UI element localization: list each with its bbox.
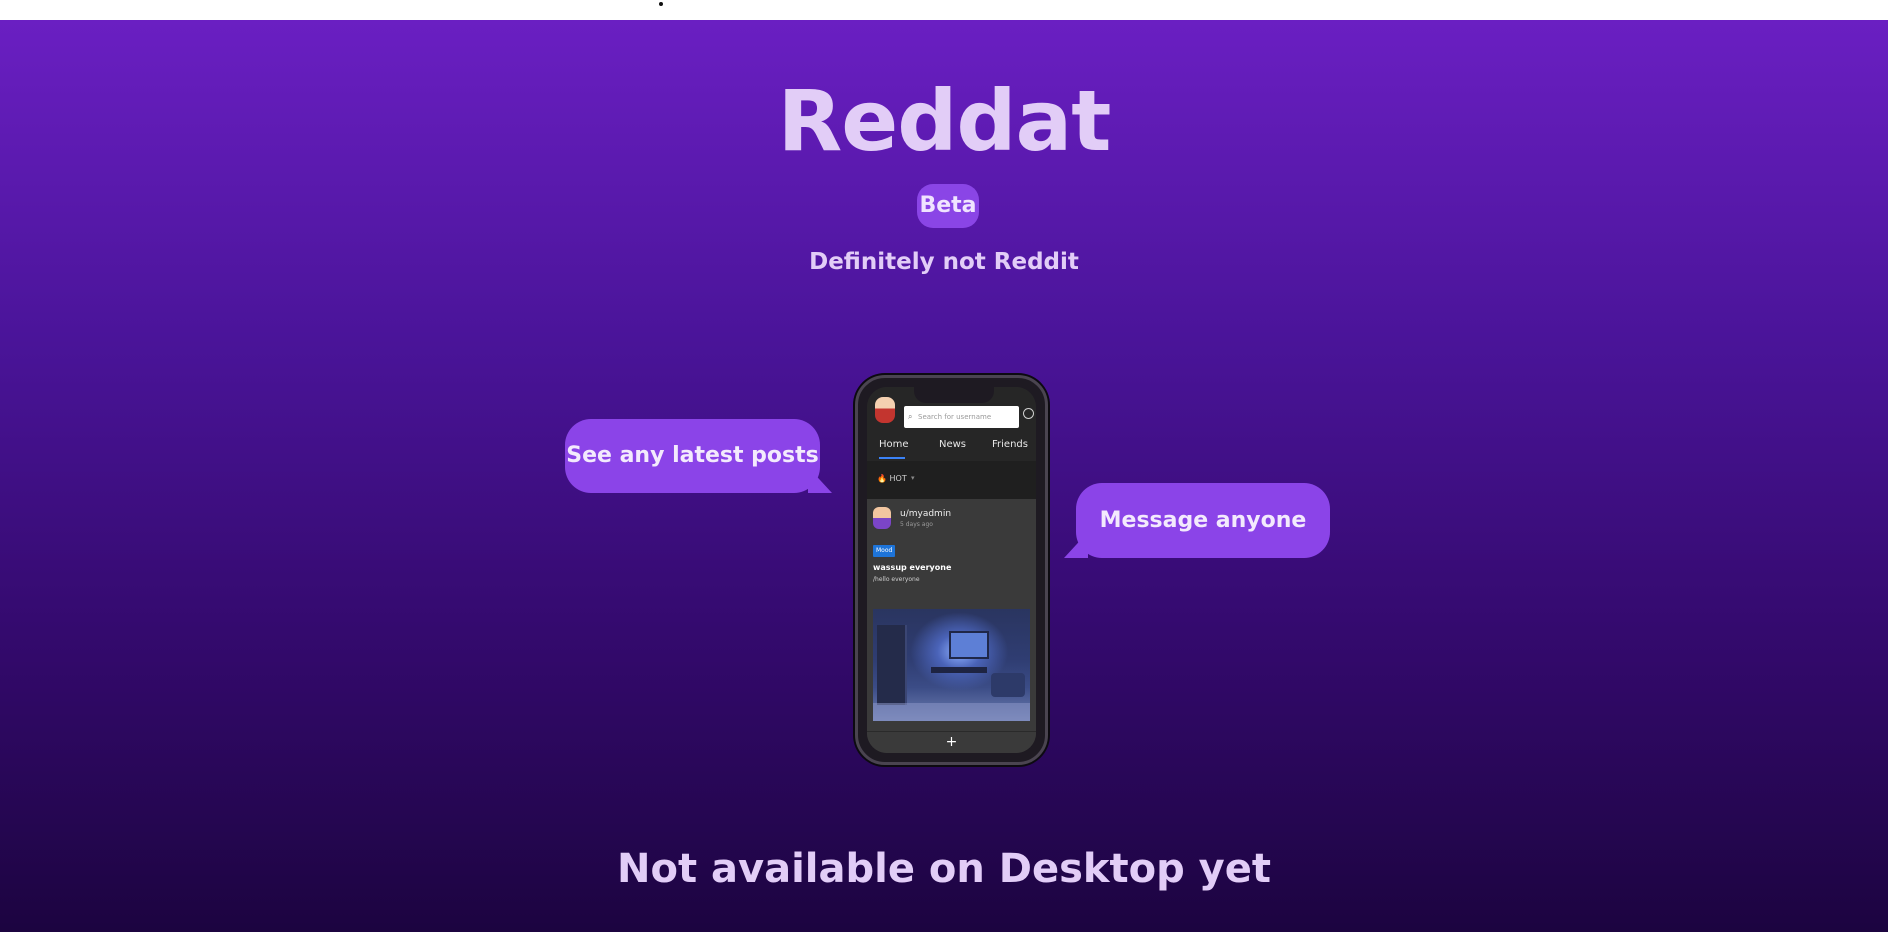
latest-posts-label: See any latest posts (566, 443, 819, 468)
post-avatar (873, 507, 891, 529)
image-shelf (877, 625, 907, 705)
image-desk (931, 667, 987, 673)
image-window (949, 631, 989, 659)
latest-posts-bubble: See any latest posts (565, 419, 832, 493)
bubble-tail (1064, 532, 1088, 558)
chat-icon (1023, 408, 1034, 419)
sort-label: 🔥 HOT (877, 474, 907, 483)
post-title: wassup everyone (873, 563, 952, 572)
phone-mockup: ⌕ Search for username Home News Friends … (855, 375, 1048, 765)
tab-home: Home (879, 439, 909, 450)
search-placeholder: Search for username (918, 413, 992, 421)
post-image (873, 609, 1030, 721)
active-tab-indicator (879, 457, 905, 459)
post-username: u/myadmin (900, 509, 952, 519)
sort-bar: 🔥 HOT ▾ (867, 461, 1036, 499)
image-sofa (991, 673, 1025, 697)
chevron-down-icon: ▾ (911, 474, 915, 482)
tab-news: News (939, 439, 967, 450)
dot-icon (659, 2, 663, 6)
tagline: Definitely not Reddit (809, 249, 1079, 275)
post-body: /hello everyone (873, 576, 920, 583)
image-floor (873, 703, 1030, 721)
desktop-notice: Not available on Desktop yet (617, 846, 1271, 892)
beta-badge: Beta (917, 184, 979, 228)
app-bottom-bar: + (867, 731, 1036, 753)
search-icon: ⌕ (908, 412, 913, 421)
phone-notch (914, 387, 994, 403)
bubble-tail (808, 467, 832, 493)
phone-screen: ⌕ Search for username Home News Friends … (867, 387, 1036, 753)
top-bar (0, 0, 1888, 20)
message-anyone-label: Message anyone (1099, 508, 1307, 533)
tab-friends: Friends (992, 439, 1028, 450)
app-tabs: Home News Friends (867, 431, 1036, 461)
hero-section: Reddat Beta Definitely not Reddit See an… (0, 20, 1888, 932)
avatar (875, 397, 895, 423)
plus-icon: + (945, 734, 958, 750)
post-flair: Mood (873, 545, 896, 557)
message-anyone-bubble: Message anyone (1064, 483, 1330, 558)
post-time: 5 days ago (900, 521, 933, 528)
app-title: Reddat (777, 72, 1112, 170)
post-card: u/myadmin 5 days ago Mood wassup everyon… (867, 499, 1036, 753)
search-input: ⌕ Search for username (904, 406, 1019, 428)
